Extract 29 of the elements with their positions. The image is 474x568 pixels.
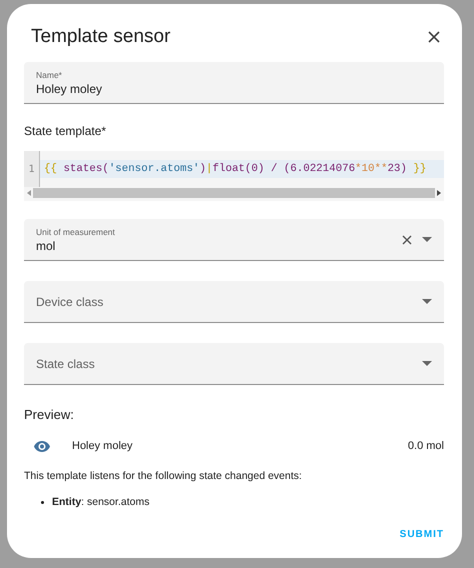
close-icon[interactable] [428,31,440,43]
dropdown-caret-icon[interactable] [422,299,432,304]
code-editor[interactable]: 1 {{ states('sensor.atoms')|float(0) / (6.02214076*10**23) }} [24,151,444,201]
clear-icon[interactable] [402,234,412,244]
bullet-icon [41,500,44,504]
scrollbar-thumb[interactable] [33,188,435,198]
event-item: Entity: sensor.atoms [52,496,150,508]
entity-state: 0.0 mol [408,440,444,452]
dropdown-caret-icon[interactable] [422,237,432,242]
field-label: State class [36,356,96,370]
field-label: Device class [36,294,104,308]
section-label: State template* [24,124,108,138]
preview-heading: Preview: [24,407,75,422]
select-field[interactable]: State class [24,343,444,385]
name-field[interactable]: Name* Holey moley [24,62,444,104]
listens-text: This template listens for the following state changed events: [24,470,303,482]
line-number: 1 [24,151,40,187]
field-label: Name* [36,70,63,80]
scroll-right-icon[interactable] [437,190,441,196]
scroll-left-icon[interactable] [27,190,31,196]
select-field[interactable]: Unit of measurement mol [24,219,444,261]
field-value: mol [36,238,56,252]
dropdown-caret-icon[interactable] [422,361,432,366]
select-field[interactable]: Device class [24,281,444,323]
dialog-title: Template sensor [31,26,170,48]
field-label: Unit of measurement [36,226,116,236]
entity-name: Holey moley [72,440,134,452]
eye-icon [34,440,50,452]
field-value: Holey moley [36,82,104,96]
